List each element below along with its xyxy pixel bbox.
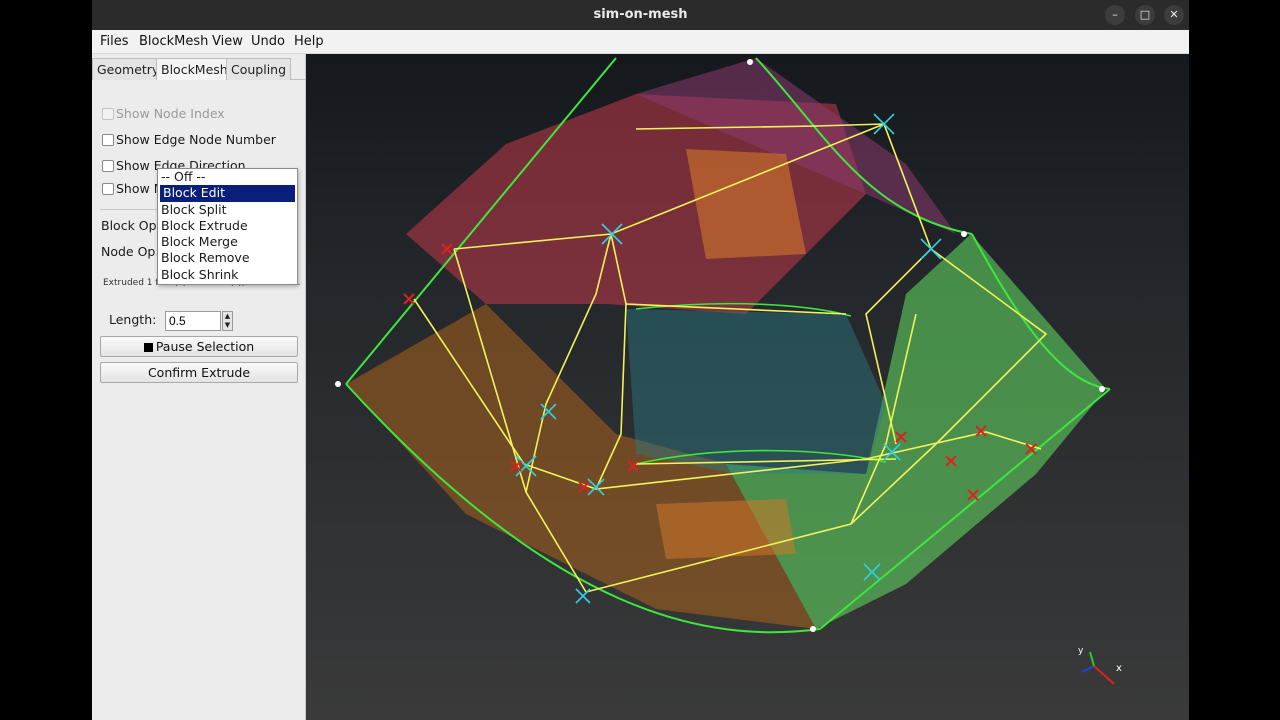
- length-input[interactable]: [165, 311, 221, 331]
- close-button[interactable]: ✕: [1164, 5, 1184, 25]
- length-stepper[interactable]: ▲ ▼: [222, 311, 233, 331]
- confirm-extrude-label: Confirm Extrude: [147, 365, 251, 380]
- length-label: Length:: [109, 312, 157, 327]
- tab-geometry[interactable]: Geometry: [92, 58, 165, 80]
- dropdown-option-block-split[interactable]: Block Split: [158, 202, 297, 218]
- tab-blockmesh[interactable]: BlockMesh: [156, 58, 233, 80]
- show-edge-direction-checkbox[interactable]: [102, 160, 114, 172]
- menu-help[interactable]: Help: [294, 34, 324, 49]
- tab-coupling[interactable]: Coupling: [226, 58, 292, 80]
- app-window: sim-on-mesh – □ ✕ Files BlockMesh View U…: [92, 0, 1189, 720]
- 3d-viewport[interactable]: x y: [306, 54, 1189, 720]
- stop-icon: [143, 343, 153, 352]
- show-node-index-checkbox[interactable]: [102, 108, 114, 120]
- stepper-up-icon[interactable]: ▲: [223, 312, 232, 321]
- dropdown-option-block-edit[interactable]: Block Edit: [160, 185, 295, 202]
- dropdown-option-block-shrink[interactable]: Block Shrink: [158, 267, 297, 283]
- stepper-down-icon[interactable]: ▼: [223, 321, 232, 330]
- menu-bar: Files BlockMesh View Undo Help: [92, 30, 1189, 54]
- side-panel: Geometry BlockMesh Coupling Show Node In…: [92, 54, 306, 720]
- menu-undo[interactable]: Undo: [251, 34, 285, 49]
- dropdown-option-off[interactable]: -- Off --: [158, 169, 297, 185]
- show-edge-node-number-label: Show Edge Node Number: [116, 132, 276, 147]
- dropdown-option-block-remove[interactable]: Block Remove: [158, 250, 297, 266]
- node-op-label: Node Op:: [101, 244, 160, 259]
- show-edge-node-number-option[interactable]: Show Edge Node Number: [102, 132, 276, 147]
- confirm-extrude-button[interactable]: Confirm Extrude: [100, 362, 298, 383]
- axis-gizmo: x y: [1078, 646, 1122, 685]
- dropdown-option-block-extrude[interactable]: Block Extrude: [158, 218, 297, 234]
- show-m-checkbox[interactable]: [102, 183, 114, 195]
- show-node-index-label: Show Node Index: [116, 106, 225, 121]
- tab-bar: Geometry BlockMesh Coupling: [92, 56, 306, 80]
- menu-blockmesh[interactable]: BlockMesh: [139, 34, 208, 49]
- show-m-option[interactable]: Show M: [102, 181, 165, 196]
- menu-files[interactable]: Files: [100, 34, 129, 49]
- window-title: sim-on-mesh: [593, 7, 688, 22]
- face-orange-inner: [686, 149, 806, 259]
- block-op-label: Block Op:: [101, 218, 161, 233]
- minimize-button[interactable]: –: [1105, 5, 1125, 25]
- face-teal-center: [626, 309, 886, 474]
- pause-selection-label: Pause Selection: [155, 339, 255, 354]
- block-op-dropdown-list[interactable]: -- Off -- Block Edit Block Split Block E…: [157, 168, 298, 285]
- title-bar: sim-on-mesh – □ ✕: [92, 0, 1189, 30]
- show-edge-node-number-checkbox[interactable]: [102, 134, 114, 146]
- show-node-index-option[interactable]: Show Node Index: [102, 106, 225, 121]
- axis-y-label: y: [1078, 646, 1084, 656]
- maximize-button[interactable]: □: [1135, 5, 1155, 25]
- menu-view[interactable]: View: [212, 34, 243, 49]
- dropdown-option-block-merge[interactable]: Block Merge: [158, 234, 297, 250]
- face-orange-inner-2: [656, 499, 796, 559]
- axis-x-label: x: [1116, 663, 1122, 674]
- pause-selection-button[interactable]: Pause Selection: [100, 336, 298, 357]
- mesh-render[interactable]: x y: [306, 54, 1189, 720]
